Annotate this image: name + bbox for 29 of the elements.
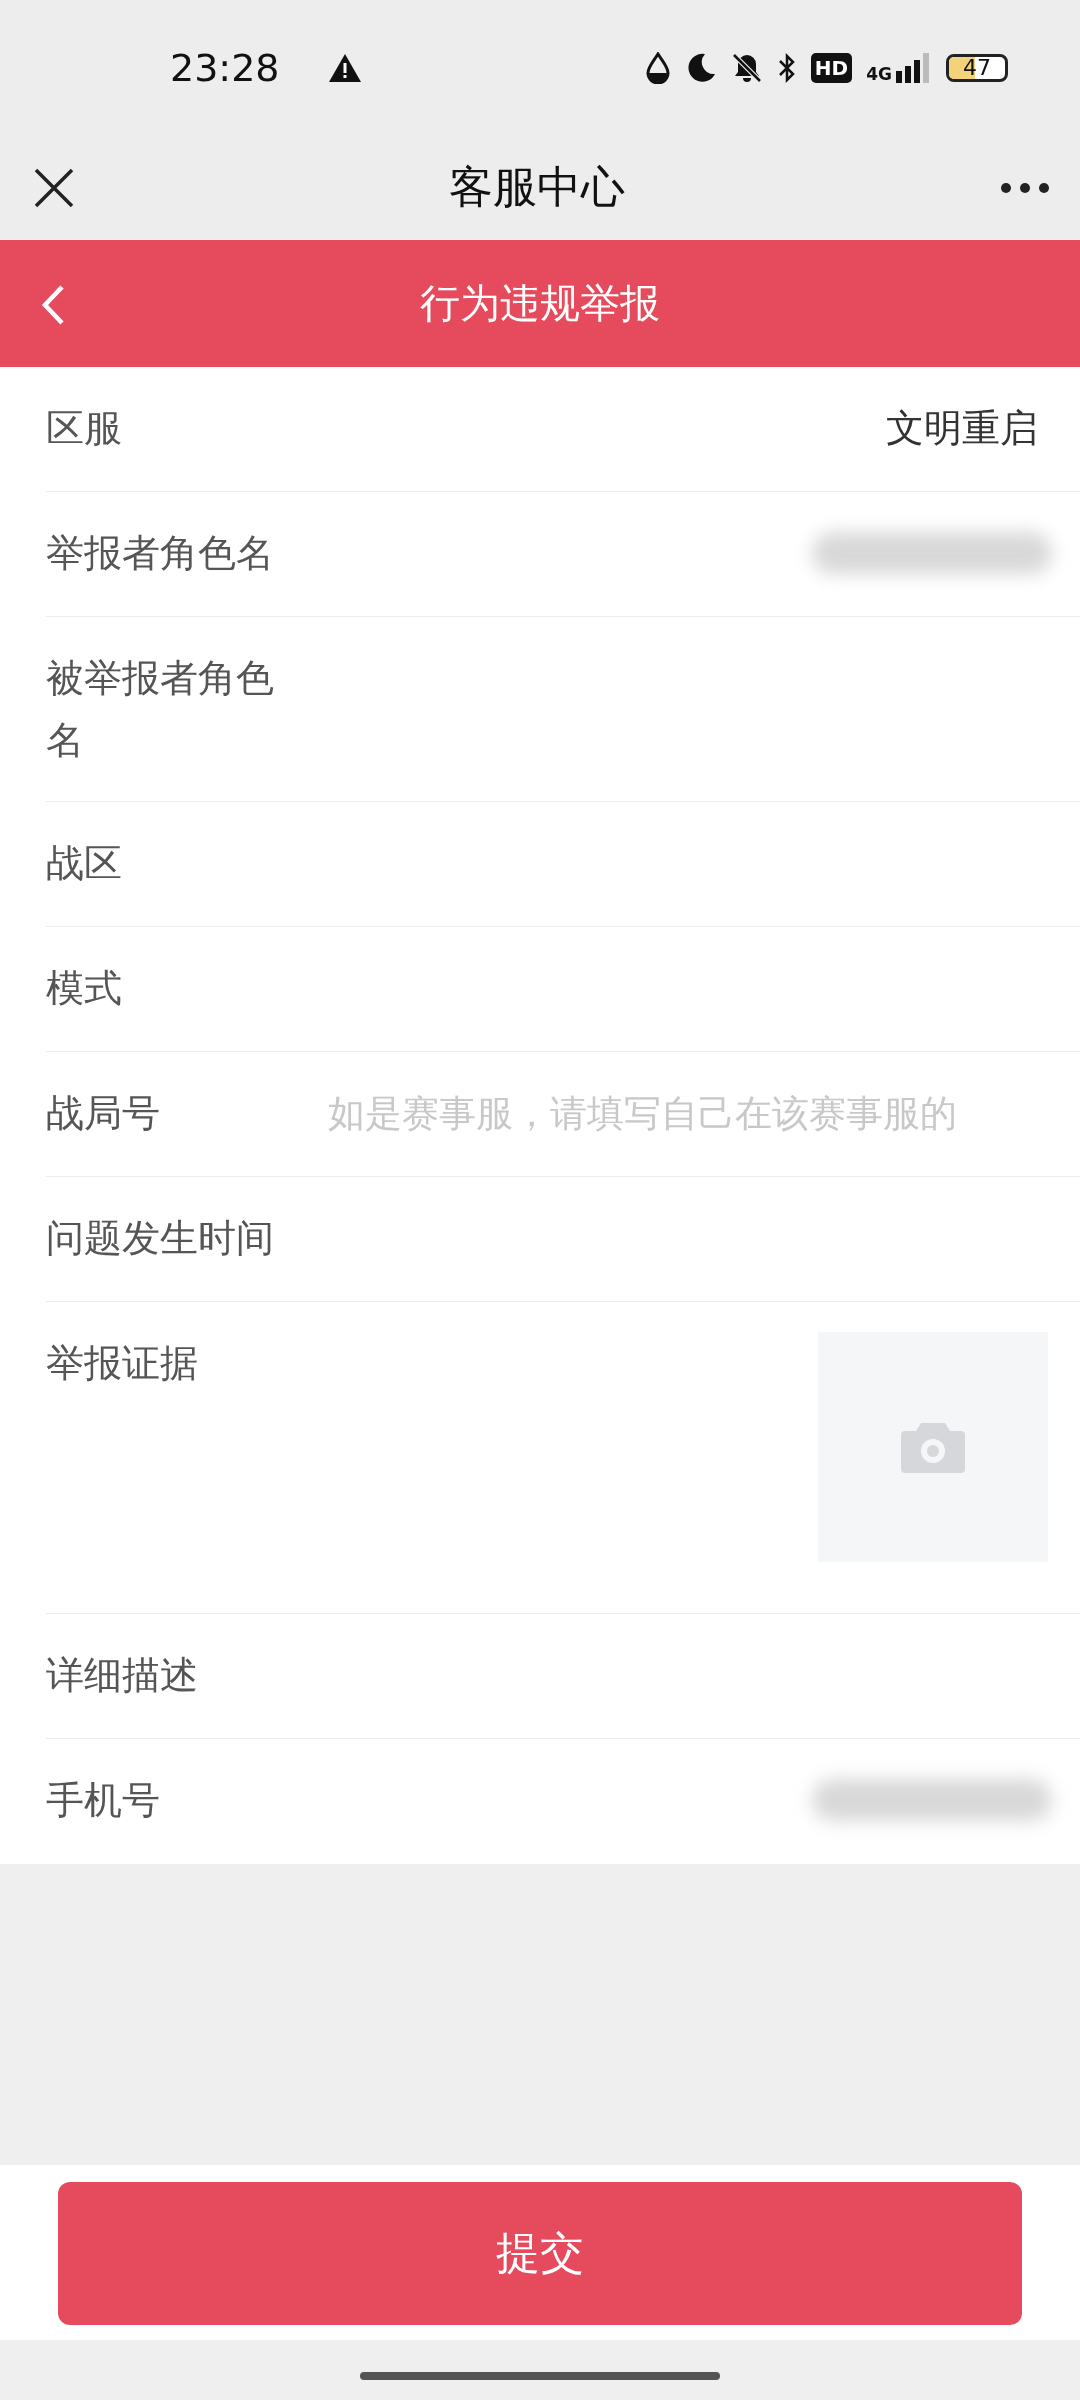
back-icon xyxy=(40,284,66,326)
field-label: 问题发生时间 xyxy=(46,1215,275,1262)
field-label: 战局号 xyxy=(46,1090,161,1137)
clock: 23:28 xyxy=(170,45,280,90)
close-button[interactable] xyxy=(34,167,74,208)
field-label: 举报者角色名 xyxy=(46,530,275,577)
field-label: 区服 xyxy=(46,405,123,452)
back-button[interactable] xyxy=(40,284,66,326)
field-label: 手机号 xyxy=(46,1777,161,1824)
page-title: 行为违规举报 xyxy=(420,279,660,328)
signal-icon xyxy=(896,52,932,83)
camera-icon xyxy=(901,1421,965,1473)
more-button[interactable] xyxy=(1000,181,1050,194)
network-label: 4G xyxy=(866,65,892,83)
close-icon xyxy=(34,167,74,208)
droplet-icon xyxy=(644,51,671,84)
field-label: 战区 xyxy=(46,840,123,887)
field-value[interactable]: 文明重启 xyxy=(886,402,1038,454)
submit-button[interactable]: 提交 xyxy=(58,2182,1022,2325)
window-title: 客服中心 xyxy=(449,160,625,214)
field-label: 被举报者角色名 xyxy=(46,655,275,764)
field-label: 模式 xyxy=(46,965,123,1012)
field-label: 举报证据 xyxy=(46,1340,199,1387)
muted-bell-icon xyxy=(730,51,763,84)
field-label: 详细描述 xyxy=(46,1652,199,1699)
bluetooth-icon xyxy=(776,51,797,84)
warning-icon xyxy=(327,52,362,83)
hd-icon: HD xyxy=(810,52,853,83)
more-icon xyxy=(1000,181,1050,194)
